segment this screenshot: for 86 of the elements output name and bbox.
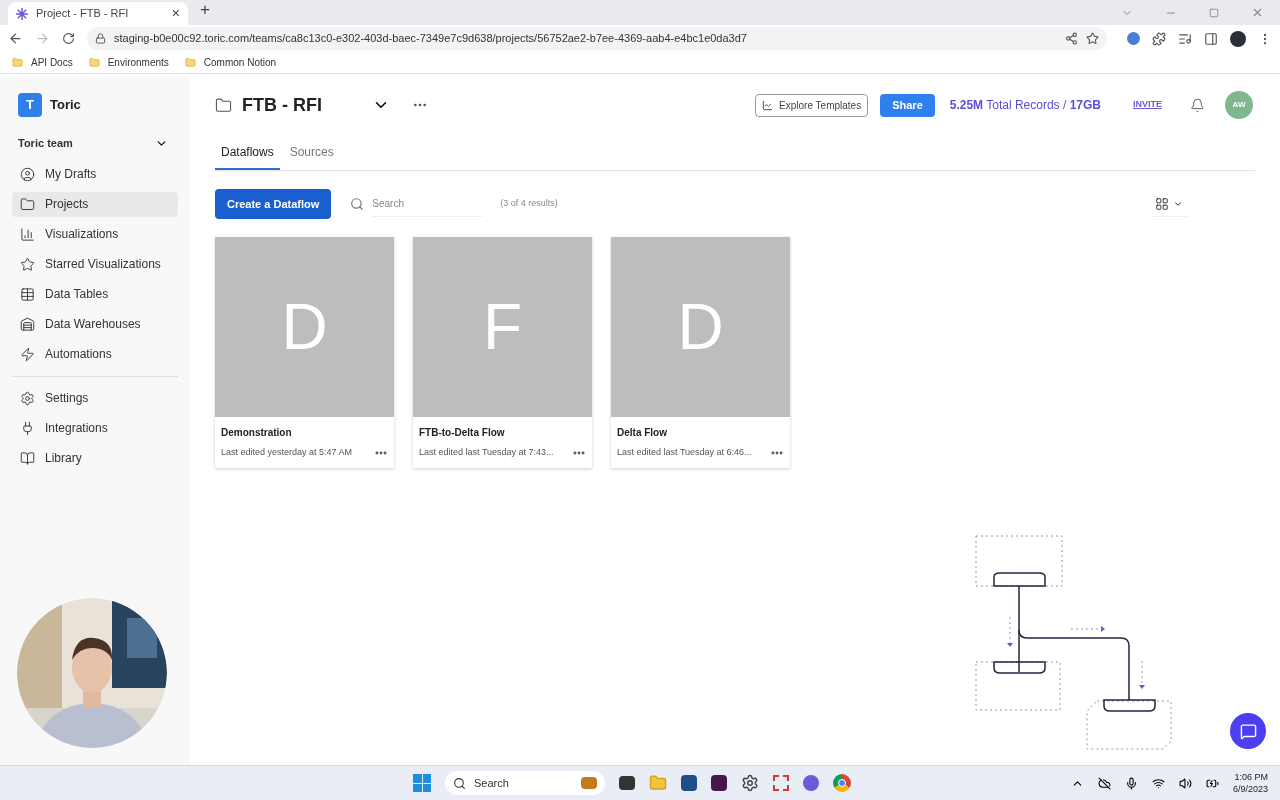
tab[interactable]: Sources	[283, 131, 340, 170]
clock-date[interactable]: 6/9/2023	[1232, 783, 1268, 795]
chart-icon	[762, 99, 774, 111]
star-icon	[20, 256, 35, 272]
grid-icon	[1155, 196, 1169, 211]
lightning-icon	[20, 346, 35, 362]
book-icon	[20, 450, 35, 466]
card-title: Demonstration	[221, 426, 293, 440]
bookmark-star-icon[interactable]	[1086, 32, 1099, 45]
chat-button[interactable]	[1230, 713, 1266, 749]
nav-item[interactable]: Visualizations	[12, 221, 178, 247]
media-icon[interactable]	[1178, 31, 1192, 46]
nav-item[interactable]: Projects	[12, 191, 178, 217]
close-tab-button[interactable]: ×	[171, 3, 180, 24]
extensions-icon[interactable]	[1152, 31, 1166, 46]
warehouse-icon	[20, 316, 35, 332]
dataflow-card[interactable]: D Demonstration Last edited yesterday at 5:47 AM	[215, 237, 394, 468]
create-dataflow-button[interactable]: Create a Dataflow	[215, 189, 332, 219]
address-bar[interactable]: staging-b0e00c92.toric.com/teams/ca8c13c0-e302-403d-baec-7349e7c9d638/projects/56752ae2-b7ee-4369-aab4-e4bc1e0da3d7	[87, 27, 1107, 50]
chart-icon	[20, 226, 35, 242]
cloud-icon[interactable]	[1097, 776, 1111, 790]
side-panel-icon[interactable]	[1204, 31, 1218, 46]
bookmark[interactable]: API Docs	[12, 55, 73, 70]
windows-start-icon[interactable]	[413, 774, 431, 792]
nav-item[interactable]: Data Warehouses	[12, 311, 178, 337]
explore-templates-button[interactable]: Explore Templates	[755, 93, 869, 117]
card-thumbnail: F	[413, 237, 592, 417]
nav-item[interactable]: Settings	[12, 385, 178, 411]
nav-item[interactable]: My Drafts	[12, 161, 178, 187]
search-field[interactable]: Search	[372, 191, 483, 217]
clock-time[interactable]: 1:06 PM	[1234, 771, 1268, 783]
folder-icon	[184, 57, 196, 68]
card-thumbnail: D	[215, 237, 394, 417]
folder-icon	[88, 57, 100, 68]
dataflow-card[interactable]: D Delta Flow Last edited last Tuesday at 6:46...	[611, 237, 790, 468]
bookmark[interactable]: Common Notion	[184, 55, 277, 70]
nav-item[interactable]: Integrations	[12, 415, 178, 441]
settings-icon	[20, 390, 35, 406]
nav-item[interactable]: Library	[12, 445, 178, 471]
card-subtitle: Last edited last Tuesday at 6:46...	[617, 446, 752, 460]
share-icon[interactable]	[1065, 32, 1078, 45]
search-icon	[350, 197, 365, 211]
volume-icon[interactable]	[1178, 776, 1192, 790]
nav-item[interactable]: Starred Visualizations	[12, 251, 178, 277]
back-icon[interactable]	[8, 31, 23, 46]
taskbar-search[interactable]: Search	[445, 771, 605, 795]
folder-icon	[215, 96, 232, 114]
profile-avatar[interactable]	[1230, 30, 1246, 47]
wifi-icon[interactable]	[1151, 776, 1165, 790]
close-icon[interactable]	[1251, 6, 1264, 19]
nav-item[interactable]: Automations	[12, 341, 178, 367]
invite-link[interactable]: INVITE	[1133, 98, 1162, 112]
reload-icon[interactable]	[62, 32, 75, 45]
dataflow-card[interactable]: F FTB-to-Delta Flow Last edited last Tuesday at 7:43...	[413, 237, 592, 468]
app-logo-icon	[16, 7, 28, 20]
card-subtitle: Last edited yesterday at 5:47 AM	[221, 446, 353, 460]
folder-icon	[20, 196, 35, 212]
snipping-tool-icon[interactable]	[773, 775, 789, 791]
tab[interactable]: Dataflows	[215, 131, 280, 170]
records-summary: 5.25M Total Records / 17GB	[949, 97, 1101, 114]
results-count: (3 of 4 results)	[500, 197, 558, 211]
brand-name: Toric	[50, 96, 81, 115]
search-icon	[453, 776, 466, 790]
chat-icon	[1239, 722, 1257, 740]
nav-item[interactable]: Data Tables	[12, 281, 178, 307]
plug-icon	[20, 420, 35, 436]
chrome-icon[interactable]	[833, 774, 851, 792]
notification-bell-icon[interactable]	[1190, 97, 1205, 113]
team-logo: T	[18, 93, 42, 117]
settings-icon[interactable]	[741, 774, 759, 792]
folder-icon	[12, 57, 23, 68]
table-icon	[20, 286, 35, 302]
card-title: FTB-to-Delta Flow	[419, 426, 506, 440]
app-logo-icon[interactable]	[803, 775, 819, 791]
team-name: Toric team	[18, 136, 73, 151]
bookmark[interactable]: Environments	[88, 55, 169, 70]
new-tab-button[interactable]: +	[200, 0, 210, 22]
share-button[interactable]: Share	[880, 93, 935, 117]
lock-icon	[95, 33, 106, 44]
project-title: FTB - RFI	[242, 93, 322, 117]
card-subtitle: Last edited last Tuesday at 7:43...	[419, 446, 554, 460]
microphone-icon[interactable]	[1124, 776, 1138, 790]
user-icon	[20, 166, 35, 182]
card-thumbnail: D	[611, 237, 790, 417]
card-title: Delta Flow	[617, 426, 668, 440]
browser-tab[interactable]: Project - FTB - RFI ×	[8, 2, 188, 25]
